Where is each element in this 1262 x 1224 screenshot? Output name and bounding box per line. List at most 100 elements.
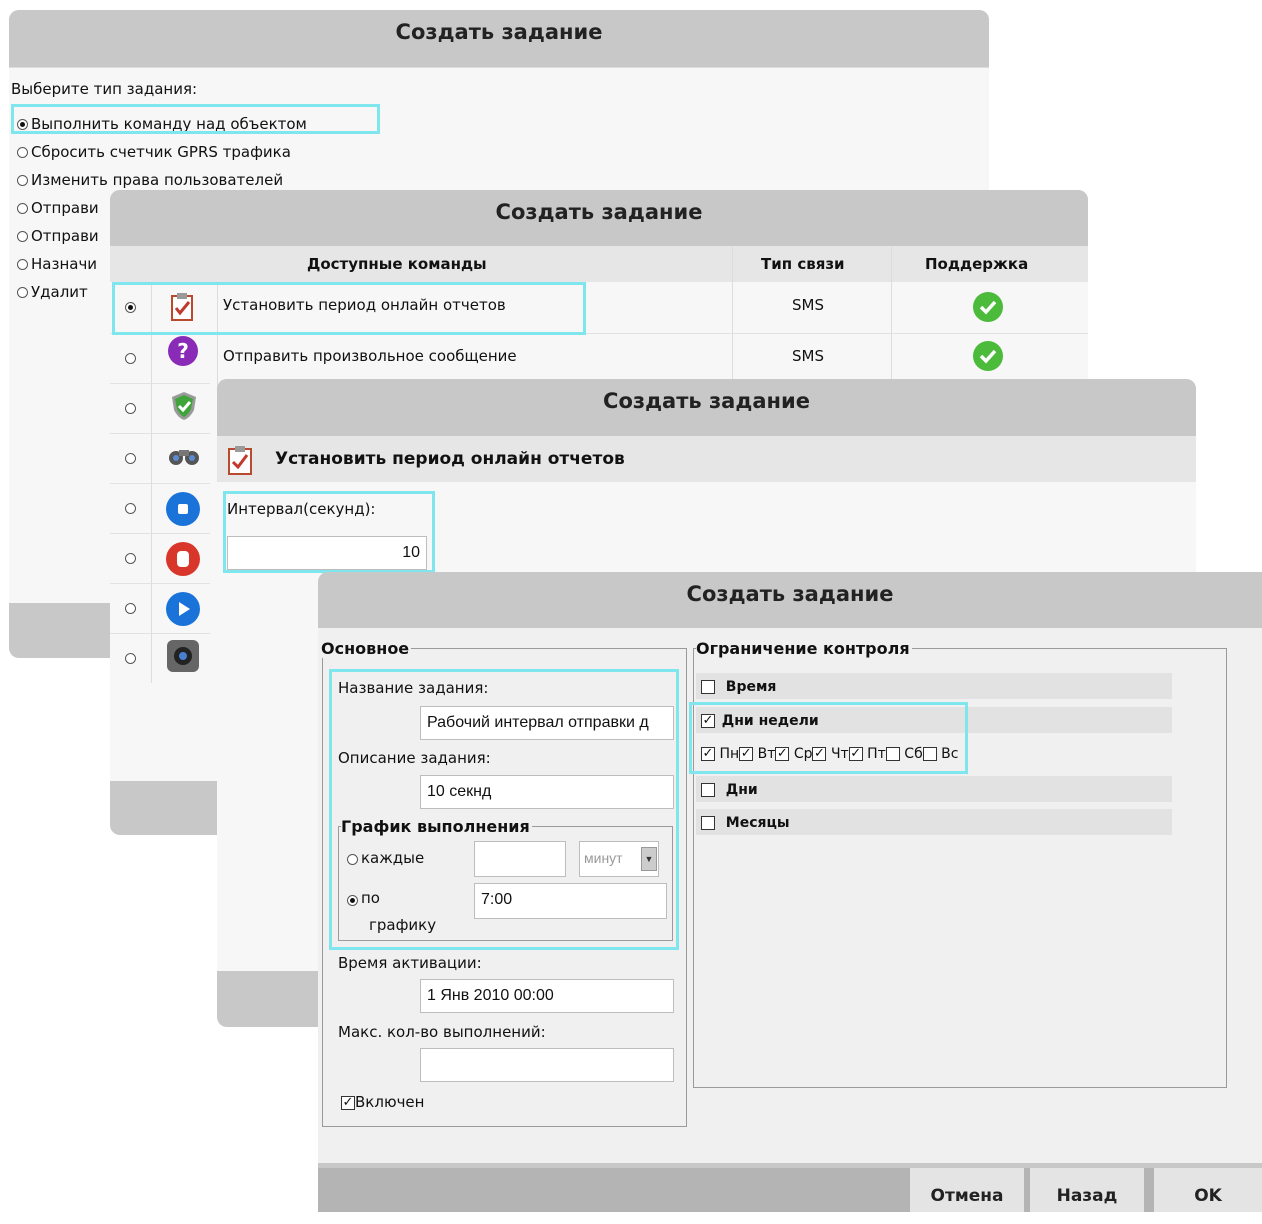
every-radio[interactable] <box>347 854 358 865</box>
radio-button[interactable] <box>125 503 136 514</box>
hand-stop-icon <box>166 542 200 576</box>
by-schedule-label: по <box>361 889 380 907</box>
row-3[interactable] <box>110 433 210 483</box>
row-0[interactable]: Установить период онлайн отчетов SMS <box>110 283 1088 332</box>
weekday-fri[interactable]: ✓ Пт <box>848 746 886 762</box>
limits-legend: Ограничение контроля <box>696 639 912 658</box>
limits-fieldset: Ограничение контроля Время ✓ Дни недели … <box>693 639 1227 1088</box>
clipboard-check-icon <box>227 444 253 480</box>
radio-button[interactable] <box>17 175 28 186</box>
command-label: Отправить произвольное сообщение <box>223 347 517 365</box>
name-label: Название задания: <box>338 679 489 697</box>
radio-button[interactable] <box>17 287 28 298</box>
column-divider <box>891 246 892 382</box>
row-2[interactable] <box>110 383 210 433</box>
question-icon: ? <box>168 336 198 366</box>
column-divider <box>151 283 152 683</box>
task-type-option[interactable]: Выполнить команду над объектом <box>17 110 307 138</box>
task-desc-input[interactable]: 10 секнд <box>420 775 674 809</box>
task-type-option[interactable]: Сбросить счетчик GPRS трафика <box>17 138 307 166</box>
row-7[interactable] <box>110 633 210 683</box>
dialog-title: Создать задание <box>318 572 1262 617</box>
checkbox[interactable] <box>701 782 715 797</box>
cancel-button[interactable]: Отмена <box>910 1168 1024 1212</box>
unit-select[interactable]: минут ▼ <box>579 841 659 877</box>
check-green-icon <box>973 292 1003 322</box>
max-exec-input[interactable] <box>420 1048 674 1082</box>
row-5[interactable] <box>110 533 210 583</box>
play-icon <box>166 592 200 626</box>
dialog-title: Создать задание <box>217 379 1196 424</box>
enabled-checkbox[interactable]: ✓ Включен <box>341 1093 424 1111</box>
weekday-tue[interactable]: ✓ Вт <box>739 746 775 762</box>
weekday-list: ✓ Пн ✓ Вт ✓ Ср ✓ Чт ✓ Пт Сб Вс <box>701 739 958 769</box>
interval-input[interactable]: 10 <box>227 536 427 570</box>
header-commands: Доступные команды <box>307 255 487 273</box>
activation-label: Время активации: <box>338 954 482 972</box>
by-schedule-input[interactable]: 7:00 <box>474 883 667 919</box>
back-button[interactable]: Назад <box>1030 1168 1144 1212</box>
ok-button[interactable]: OK <box>1154 1168 1262 1212</box>
row-6[interactable] <box>110 583 210 633</box>
limit-days-row[interactable]: Дни <box>696 776 1172 802</box>
weekday-sat[interactable]: Сб <box>885 746 923 762</box>
every-label: каждые <box>361 849 425 867</box>
weekday-mon[interactable]: ✓ Пн <box>701 746 739 762</box>
by-schedule-label-2: графику <box>369 916 437 934</box>
radio-button[interactable] <box>17 119 28 130</box>
radio-button[interactable] <box>17 203 28 214</box>
chevron-down-icon: ▼ <box>641 847 657 871</box>
interval-label: Интервал(секунд): <box>227 500 376 518</box>
limit-weekdays-row[interactable]: ✓ Дни недели <box>696 707 1172 733</box>
checkbox[interactable]: ✓ <box>341 1095 355 1110</box>
checkbox[interactable] <box>701 815 715 830</box>
header-support: Поддержка <box>925 255 1029 273</box>
radio-button[interactable] <box>125 653 136 664</box>
main-fieldset: Основное Название задания: Рабочий интер… <box>321 639 687 1127</box>
table-header: Доступные команды Тип связи Поддержка <box>110 246 1088 282</box>
connection-type: SMS <box>792 347 824 365</box>
clipboard-check-icon <box>170 292 194 322</box>
every-input[interactable] <box>474 841 566 877</box>
by-schedule-radio[interactable] <box>347 895 358 906</box>
radio-button[interactable] <box>125 453 136 464</box>
header-connection: Тип связи <box>761 255 845 273</box>
dialog-task-settings: Создать задание Основное Название задани… <box>318 572 1262 1212</box>
main-legend: Основное <box>321 639 412 658</box>
radio-button[interactable] <box>17 231 28 242</box>
dialog-title: Создать задание <box>110 190 1088 235</box>
limit-time-row[interactable]: Время <box>696 673 1172 699</box>
stop-icon <box>166 492 200 526</box>
task-type-prompt: Выберите тип задания: <box>11 80 198 98</box>
radio-button[interactable] <box>125 553 136 564</box>
activation-input[interactable]: 1 Янв 2010 00:00 <box>420 979 674 1013</box>
desc-label: Описание задания: <box>338 749 491 767</box>
check-green-icon <box>973 341 1003 371</box>
weekday-sun[interactable]: Вс <box>922 746 958 762</box>
row-4[interactable] <box>110 483 210 533</box>
radio-button[interactable] <box>17 147 28 158</box>
schedule-fieldset: График выполнения каждые минут ▼ по граф… <box>338 817 673 941</box>
dialog-title: Создать задание <box>9 10 989 55</box>
dialog-body: Основное Название задания: Рабочий интер… <box>318 628 1262 1163</box>
command-title: Установить период онлайн отчетов <box>275 449 625 469</box>
radio-button[interactable] <box>125 603 136 614</box>
dialog-footer: Отмена Назад OK <box>318 1168 1262 1212</box>
radio-button[interactable] <box>125 403 136 414</box>
column-divider <box>732 246 733 382</box>
weekday-wed[interactable]: ✓ Ср <box>775 746 812 762</box>
schedule-legend: График выполнения <box>341 817 532 836</box>
row-1[interactable]: ? Отправить произвольное сообщение SMS <box>110 333 1088 383</box>
command-header: Установить период онлайн отчетов <box>217 436 1196 482</box>
checkbox[interactable]: ✓ <box>701 713 715 728</box>
limit-months-row[interactable]: Месяцы <box>696 809 1172 835</box>
binoculars-icon <box>167 444 203 472</box>
radio-button[interactable] <box>17 259 28 270</box>
radio-button[interactable] <box>125 302 136 313</box>
weekday-thu[interactable]: ✓ Чт <box>812 746 849 762</box>
max-exec-label: Макс. кол-во выполнений: <box>338 1023 546 1041</box>
radio-button[interactable] <box>125 353 136 364</box>
task-name-input[interactable]: Рабочий интервал отправки д <box>420 706 674 740</box>
checkbox[interactable] <box>701 679 715 694</box>
connection-type: SMS <box>792 296 824 314</box>
